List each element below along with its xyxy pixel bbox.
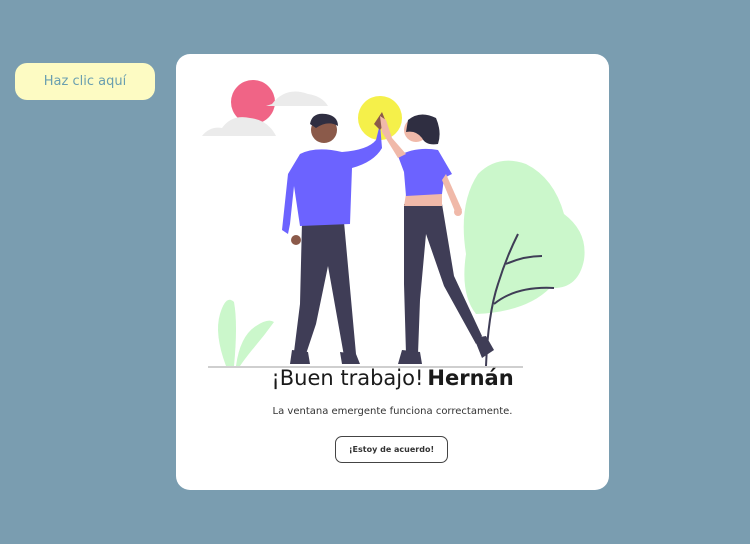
man-figure	[282, 112, 386, 364]
popup-title: ¡Buen trabajo! Hernán	[176, 366, 609, 390]
popup-title-prefix: ¡Buen trabajo!	[271, 366, 424, 390]
open-popup-button[interactable]: Haz clic aquí	[15, 63, 155, 100]
leaf-shape	[236, 320, 274, 366]
confirm-button[interactable]: ¡Estoy de acuerdo!	[335, 436, 448, 463]
cloud-shape	[266, 91, 328, 106]
popup-card: ¡Buen trabajo! Hernán La ventana emergent…	[176, 54, 609, 490]
popup-title-name: Hernán	[427, 366, 514, 390]
sun-shape	[231, 80, 275, 124]
open-popup-label: Haz clic aquí	[43, 74, 127, 89]
high-five-illustration	[202, 80, 585, 368]
confirm-button-label: ¡Estoy de acuerdo!	[348, 445, 435, 454]
leaf-shape	[218, 299, 236, 366]
popup-message: La ventana emergente funciona correctame…	[272, 406, 513, 417]
